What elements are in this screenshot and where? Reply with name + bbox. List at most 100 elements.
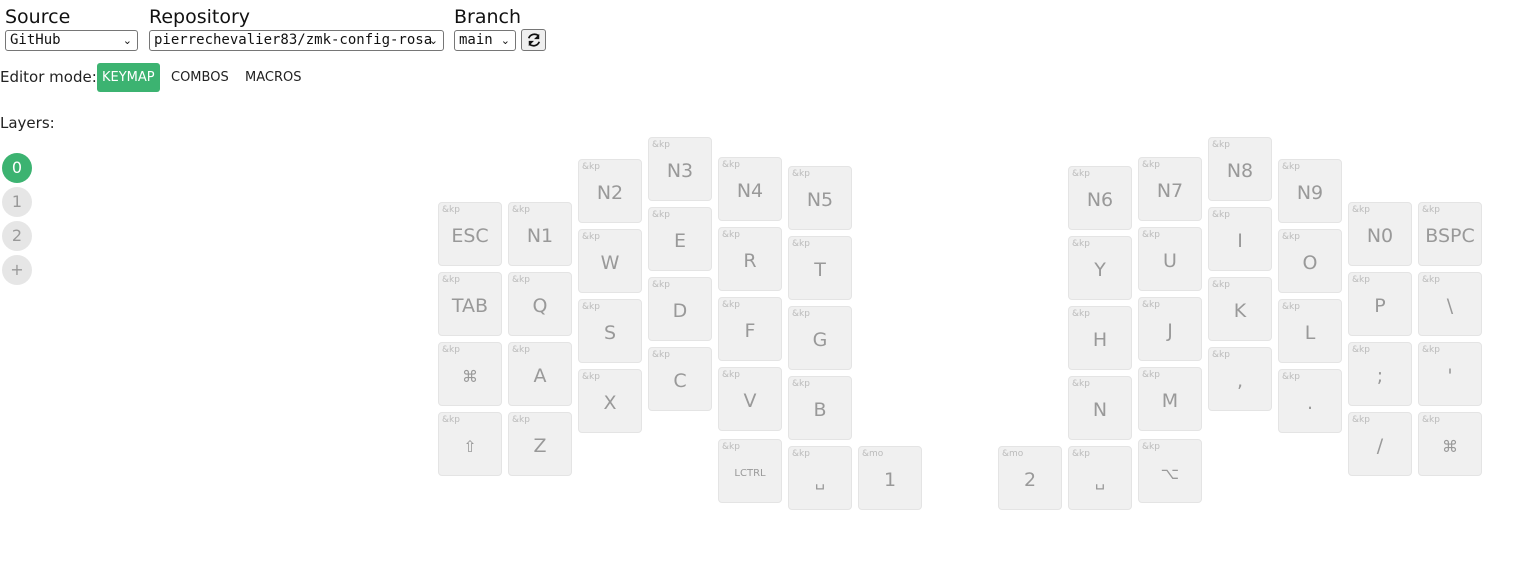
- key-label: J: [1167, 320, 1173, 342]
- key-10[interactable]: &kp N0: [1348, 202, 1412, 266]
- key-15[interactable]: &kp E: [648, 207, 712, 271]
- key-label: K: [1233, 300, 1247, 322]
- key-label: Y: [1094, 259, 1106, 281]
- mode-macros-button[interactable]: MACROS: [240, 63, 306, 92]
- key-label: C: [673, 370, 687, 392]
- key-36[interactable]: &kp ⇧: [438, 412, 502, 476]
- key-7[interactable]: &kp N7: [1138, 157, 1202, 221]
- key-label: ⌥: [1160, 463, 1180, 483]
- branch-select[interactable]: main ⌄: [454, 30, 516, 51]
- key-35[interactable]: &kp ': [1418, 342, 1482, 406]
- key-46[interactable]: &kp /: [1348, 412, 1412, 476]
- key-3[interactable]: &kp N3: [648, 137, 712, 201]
- repository-label: Repository: [149, 6, 251, 28]
- key-32[interactable]: &kp K: [1208, 277, 1272, 341]
- key-41[interactable]: &kp B: [788, 376, 852, 440]
- key-42[interactable]: &kp N: [1068, 376, 1132, 440]
- key-40[interactable]: &kp V: [718, 367, 782, 431]
- refresh-button[interactable]: [521, 29, 546, 51]
- key-label: ,: [1236, 370, 1244, 392]
- key-label: N7: [1156, 180, 1184, 202]
- key-4[interactable]: &kp N4: [718, 157, 782, 221]
- layer-1-button[interactable]: 1: [2, 187, 32, 217]
- mode-combos-button[interactable]: COMBOS: [166, 63, 234, 92]
- key-label: N8: [1226, 160, 1254, 182]
- key-12[interactable]: &kp TAB: [438, 272, 502, 336]
- key-44[interactable]: &kp,: [1208, 347, 1272, 411]
- key-51[interactable]: &mo 2: [998, 446, 1062, 510]
- key-26[interactable]: &kp S: [578, 299, 642, 363]
- key-6[interactable]: &kp N6: [1068, 166, 1132, 230]
- key-label: BSPC: [1425, 225, 1475, 247]
- repository-select[interactable]: pierrechevalier83/zmk-config-rosa ⌄: [149, 30, 444, 51]
- chevron-down-icon: ⌄: [122, 34, 132, 47]
- layer-2-button[interactable]: 2: [2, 221, 32, 251]
- add-layer-button[interactable]: +: [2, 255, 32, 285]
- mode-keymap-button[interactable]: KEYMAP: [97, 63, 160, 92]
- key-label: I: [1237, 230, 1243, 252]
- key-47[interactable]: &kp ⌘: [1418, 412, 1482, 476]
- key-52[interactable]: &kp ␣: [1068, 446, 1132, 510]
- key-16[interactable]: &kp R: [718, 227, 782, 291]
- key-45[interactable]: &kp.: [1278, 369, 1342, 433]
- key-label: E: [673, 230, 686, 252]
- key-label: N1: [526, 225, 554, 247]
- key-label: 1: [883, 469, 897, 491]
- key-19[interactable]: &kp U: [1138, 227, 1202, 291]
- key-label: .: [1306, 392, 1314, 414]
- repository-group: Repository: [149, 6, 250, 28]
- key-50[interactable]: &mo 1: [858, 446, 922, 510]
- key-20[interactable]: &kp I: [1208, 207, 1272, 271]
- key-34[interactable]: &kp;: [1348, 342, 1412, 406]
- chevron-down-icon: ⌄: [428, 34, 438, 47]
- key-11[interactable]: &kp BSPC: [1418, 202, 1482, 266]
- key-label: H: [1092, 329, 1108, 351]
- key-49[interactable]: &kp ␣: [788, 446, 852, 510]
- key-1[interactable]: &kp N1: [508, 202, 572, 266]
- key-53[interactable]: &kp ⌥: [1138, 439, 1202, 503]
- key-31[interactable]: &kp J: [1138, 297, 1202, 361]
- key-39[interactable]: &kp C: [648, 347, 712, 411]
- key-24[interactable]: &kp ⌘: [438, 342, 502, 406]
- key-21[interactable]: &kp O: [1278, 229, 1342, 293]
- key-29[interactable]: &kp G: [788, 306, 852, 370]
- key-8[interactable]: &kp N8: [1208, 137, 1272, 201]
- key-48[interactable]: &kp LCTRL: [718, 439, 782, 503]
- key-0[interactable]: &kp ESC: [438, 202, 502, 266]
- key-30[interactable]: &kp H: [1068, 306, 1132, 370]
- key-14[interactable]: &kp W: [578, 229, 642, 293]
- key-18[interactable]: &kp Y: [1068, 236, 1132, 300]
- key-label: \: [1446, 295, 1454, 317]
- key-label: F: [744, 320, 756, 342]
- key-label: L: [1304, 322, 1316, 344]
- key-13[interactable]: &kp Q: [508, 272, 572, 336]
- key-28[interactable]: &kp F: [718, 297, 782, 361]
- key-label: ␣: [814, 470, 826, 490]
- branch-label: Branch: [454, 6, 522, 28]
- key-22[interactable]: &kp P: [1348, 272, 1412, 336]
- key-43[interactable]: &kp M: [1138, 367, 1202, 431]
- layer-0-button[interactable]: 0: [2, 153, 32, 183]
- key-17[interactable]: &kp T: [788, 236, 852, 300]
- editor-mode-label: Editor mode:: [0, 68, 97, 86]
- key-label: X: [603, 392, 617, 414]
- key-23[interactable]: &kp \: [1418, 272, 1482, 336]
- source-group: Source: [5, 6, 70, 28]
- key-label: A: [533, 365, 547, 387]
- key-33[interactable]: &kp L: [1278, 299, 1342, 363]
- branch-group: Branch: [454, 6, 521, 28]
- key-38[interactable]: &kp X: [578, 369, 642, 433]
- key-27[interactable]: &kp D: [648, 277, 712, 341]
- key-label: T: [814, 259, 826, 281]
- key-37[interactable]: &kp Z: [508, 412, 572, 476]
- key-label: N0: [1366, 225, 1394, 247]
- key-2[interactable]: &kp N2: [578, 159, 642, 223]
- key-5[interactable]: &kp N5: [788, 166, 852, 230]
- key-25[interactable]: &kp A: [508, 342, 572, 406]
- key-label: ESC: [451, 225, 489, 247]
- source-select[interactable]: GitHub ⌄: [5, 30, 138, 51]
- key-label: N4: [736, 180, 764, 202]
- key-label: 2: [1023, 469, 1037, 491]
- key-label: ⌘: [1442, 436, 1458, 456]
- key-9[interactable]: &kp N9: [1278, 159, 1342, 223]
